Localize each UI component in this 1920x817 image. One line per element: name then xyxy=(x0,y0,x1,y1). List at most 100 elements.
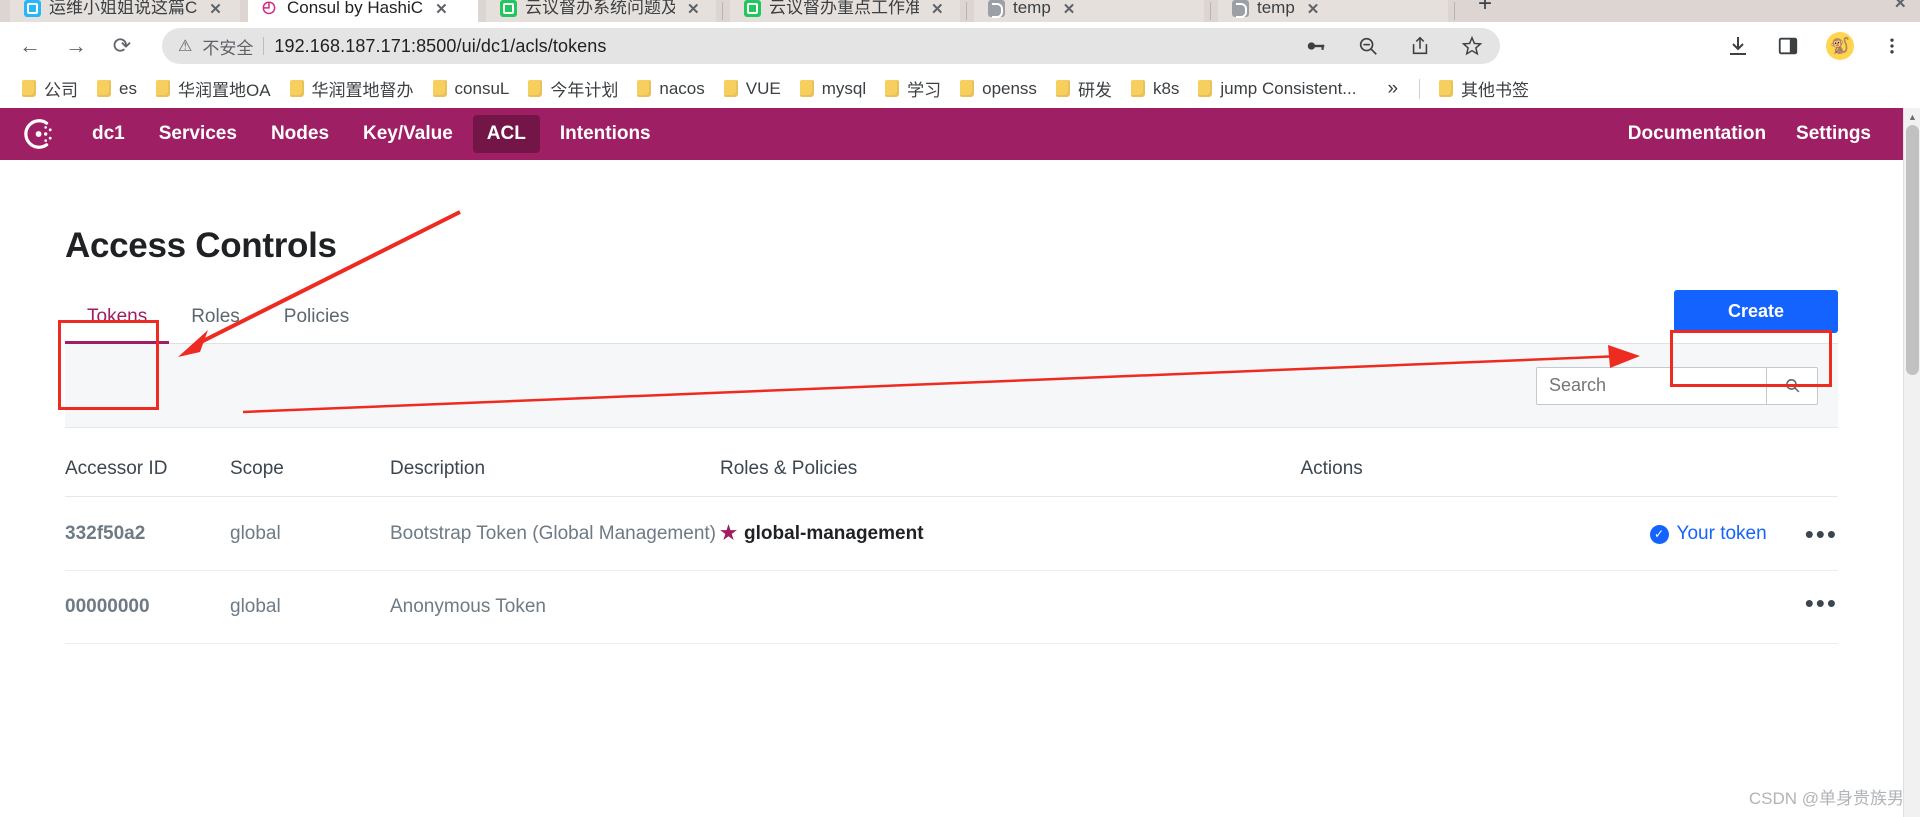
chrome-menu-icon[interactable] xyxy=(1880,34,1904,58)
tab-policies[interactable]: Policies xyxy=(262,306,371,343)
browser-tab-1[interactable]: ◴ Consul by HashiC ✕ xyxy=(248,0,478,22)
nav-item-services[interactable]: Services xyxy=(145,115,251,153)
table-row[interactable]: 00000000 global Anonymous Token ••• xyxy=(65,570,1838,644)
back-button[interactable]: ← xyxy=(14,30,46,62)
browser-tab-title: 云议督办系统问题及 xyxy=(525,0,675,17)
role-chip[interactable]: ★ global-management xyxy=(720,522,924,545)
grey-globe-icon xyxy=(988,0,1005,18)
reload-button[interactable]: ⟳ xyxy=(106,30,138,62)
tab-close-icon[interactable]: ✕ xyxy=(687,0,700,18)
bookmark-item[interactable]: jump Consistent... xyxy=(1190,75,1364,103)
table-row[interactable]: 332f50a2 global Bootstrap Token (Global … xyxy=(65,496,1838,571)
cell-actions: ••• xyxy=(1300,570,1838,644)
cell-accessor-id: 00000000 xyxy=(65,570,230,644)
browser-tab-title: Consul by HashiC xyxy=(287,0,424,17)
nav-item-documentation[interactable]: Documentation xyxy=(1628,123,1766,145)
bookmark-item[interactable]: nacos xyxy=(629,75,712,103)
grey-globe-icon xyxy=(1232,0,1249,18)
browser-tab-3[interactable]: 云议督办重点工作准 ✕ xyxy=(730,0,960,22)
bookmark-item[interactable]: VUE xyxy=(716,75,789,103)
tab-roles[interactable]: Roles xyxy=(169,306,262,343)
cell-scope: global xyxy=(230,496,390,571)
consul-app: dc1 Services Nodes Key/Value ACL Intenti… xyxy=(0,108,1920,817)
nav-item-key-value[interactable]: Key/Value xyxy=(349,115,467,153)
other-bookmarks-button[interactable]: 其他书签 xyxy=(1431,72,1537,105)
bookmark-label: 华润置地OA xyxy=(177,81,271,100)
folder-icon xyxy=(22,80,36,97)
tab-close-icon[interactable]: ✕ xyxy=(1307,0,1320,18)
bookmark-item[interactable]: consuL xyxy=(425,75,518,103)
role-label: global-management xyxy=(744,522,924,544)
share-icon[interactable] xyxy=(1408,34,1432,58)
tokens-table: Accessor ID Scope Description Roles & Po… xyxy=(65,436,1838,644)
column-description: Description xyxy=(390,436,720,497)
tab-close-icon[interactable]: ✕ xyxy=(209,0,222,18)
nav-item-dc1[interactable]: dc1 xyxy=(78,115,139,153)
folder-icon xyxy=(723,80,738,97)
cell-roles-policies: ★ global-management xyxy=(720,496,1301,571)
nav-item-intentions[interactable]: Intentions xyxy=(546,115,665,153)
bookmark-item[interactable]: 今年计划 xyxy=(520,72,626,105)
zoom-out-icon[interactable] xyxy=(1356,34,1380,58)
bookmark-item[interactable]: mysql xyxy=(792,75,874,103)
forward-button[interactable]: → xyxy=(60,30,92,62)
tab-separator xyxy=(1454,2,1455,20)
browser-tab-4[interactable]: temp ✕ xyxy=(974,0,1204,22)
address-bar[interactable]: ⚠ 不安全 192.168.187.171:8500/ui/dc1/acls/t… xyxy=(162,28,1500,64)
bookmark-label: 华润置地督办 xyxy=(311,81,414,100)
bookmark-item[interactable]: 公司 xyxy=(14,72,86,105)
folder-icon xyxy=(528,80,543,97)
bookmark-item[interactable]: 华润置地督办 xyxy=(282,72,422,105)
table-header-row: Accessor ID Scope Description Roles & Po… xyxy=(65,436,1838,497)
side-panel-icon[interactable] xyxy=(1776,34,1800,58)
new-tab-button[interactable]: + xyxy=(1478,0,1492,16)
security-status-text: 不安全 xyxy=(202,38,254,58)
browser-tab-2[interactable]: 云议督办系统问题及 ✕ xyxy=(486,0,716,22)
browser-tab-title: temp xyxy=(1013,0,1051,17)
consul-icon: ◴ xyxy=(262,0,276,16)
cell-description: Bootstrap Token (Global Management) xyxy=(390,496,720,571)
consul-logo-icon[interactable] xyxy=(22,116,58,152)
profile-avatar[interactable]: 🐒 xyxy=(1826,32,1854,60)
consul-main-nav: dc1 Services Nodes Key/Value ACL Intenti… xyxy=(0,108,1903,160)
folder-icon xyxy=(155,80,170,97)
nav-item-settings[interactable]: Settings xyxy=(1796,123,1871,145)
bookmark-label: es xyxy=(119,78,137,98)
folder-icon xyxy=(1439,80,1454,97)
row-menu-button[interactable]: ••• xyxy=(1805,521,1838,547)
column-scope: Scope xyxy=(230,436,390,497)
bookmarks-overflow-button[interactable]: » xyxy=(1377,76,1408,102)
nav-item-acl[interactable]: ACL xyxy=(472,115,540,153)
tab-close-icon[interactable]: ✕ xyxy=(931,0,944,18)
bookmark-item[interactable]: 研发 xyxy=(1048,72,1120,105)
bookmark-star-icon[interactable] xyxy=(1460,34,1484,58)
cell-accessor-id: 332f50a2 xyxy=(65,496,230,571)
page-scrollbar[interactable]: ▲ xyxy=(1903,108,1920,817)
bookmark-item[interactable]: k8s xyxy=(1123,75,1187,103)
key-icon[interactable] xyxy=(1304,34,1328,58)
window-close-icon[interactable]: ✕ xyxy=(1894,0,1907,12)
bookmark-item[interactable]: openss xyxy=(952,75,1045,103)
bookmark-item[interactable]: es xyxy=(89,75,145,103)
row-menu-button[interactable]: ••• xyxy=(1805,590,1838,616)
bookmark-label: jump Consistent... xyxy=(1220,78,1357,98)
scrollbar-thumb[interactable] xyxy=(1906,125,1919,375)
folder-icon xyxy=(637,80,652,97)
browser-tab-0[interactable]: 运维小姐姐说这篇C ✕ xyxy=(10,0,240,22)
tab-close-icon[interactable]: ✕ xyxy=(435,0,448,18)
bookmark-item[interactable]: 学习 xyxy=(877,72,949,105)
create-button[interactable]: Create xyxy=(1673,290,1838,333)
folder-icon xyxy=(960,80,975,97)
annotation-box-tokens-tab xyxy=(58,320,159,410)
download-icon[interactable] xyxy=(1726,34,1750,58)
bookmark-item[interactable]: 华润置地OA xyxy=(148,72,279,105)
bookmark-label: consuL xyxy=(454,78,510,98)
warning-triangle-icon: ⚠ xyxy=(178,38,193,55)
cell-scope: global xyxy=(230,570,390,644)
scroll-up-arrow-icon[interactable]: ▲ xyxy=(1904,108,1920,125)
browser-tab-5[interactable]: temp ✕ xyxy=(1218,0,1448,22)
tab-close-icon[interactable]: ✕ xyxy=(1063,0,1076,18)
tab-separator xyxy=(1210,2,1211,20)
nav-item-nodes[interactable]: Nodes xyxy=(257,115,343,153)
annotation-box-create-button xyxy=(1670,330,1832,387)
